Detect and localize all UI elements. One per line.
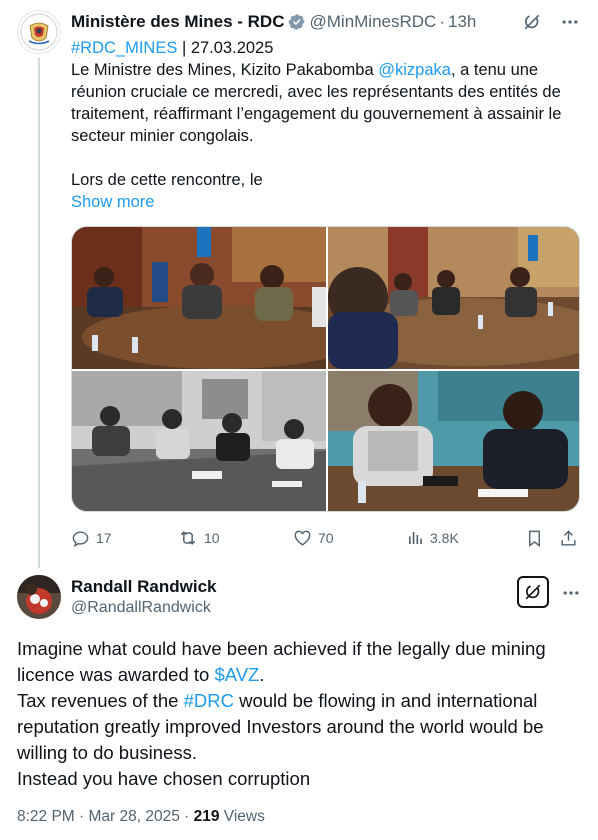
body-text: Imagine what could have been achieved if… [17,638,546,685]
tweet-paragraph-2: Lors de cette rencontre, le [71,171,263,189]
like-count: 70 [318,530,334,546]
body-text: Le Ministre des Mines, Kizito Pakabomba [71,61,379,79]
like-action[interactable]: 70 [293,529,406,548]
media-grid [71,226,580,512]
tweet-time[interactable]: 13h [448,12,476,32]
thread-connector-line [38,58,40,568]
bookmark-icon [529,530,540,547]
grok-icon [525,584,541,600]
reply-count: 17 [96,530,112,546]
tweet-header: Ministère des Mines - RDC @MinMinesRDC ·… [71,11,476,33]
repost-icon [180,531,196,545]
author-name[interactable]: Randall Randwick [71,577,216,597]
photo-1[interactable] [72,227,326,369]
share-action[interactable] [559,529,578,548]
author-avatar[interactable] [17,575,61,619]
grok-icon[interactable] [522,12,542,32]
tweet-timestamp[interactable]: 8:22 PM · Mar 28, 2025 · [17,808,194,825]
views-count: 219 [193,808,220,825]
tweet-paragraph-1: Le Ministre des Mines, Kizito Pakabomba … [71,59,571,147]
tweet-line-2: Tax revenues of the #DRC would be flowin… [17,688,587,766]
tweet-top-actions [522,12,580,32]
views-action[interactable]: 3.8K [406,529,525,547]
heart-icon [294,530,311,546]
verified-badge-icon [288,13,306,31]
hashtag-link[interactable]: #DRC [184,690,234,711]
tweet-actions: 17 10 70 3.8K [71,526,581,550]
tweet-line-3: Instead you have chosen corruption [17,768,311,789]
author-handle[interactable]: @RandallRandwick [71,599,211,617]
author-name[interactable]: Ministère des Mines - RDC [71,12,285,32]
mention-link[interactable]: @kizpaka [378,61,451,79]
separator-dot: · [439,12,445,31]
cashtag-link[interactable]: $AVZ [214,664,259,685]
coat-of-arms-icon [20,13,58,51]
share-icon [561,529,576,546]
view-count: 3.8K [430,530,459,546]
reply-icon [72,530,89,547]
body-text: . [259,664,265,685]
grok-button[interactable] [517,576,549,608]
repost-count: 10 [204,530,220,546]
hashtag-link[interactable]: #RDC_MINES [71,39,177,57]
author-avatar[interactable] [17,10,61,54]
repost-action[interactable]: 10 [178,528,293,548]
tweet-meta: 8:22 PM · Mar 28, 2025 · 219 Views [17,808,265,826]
show-more-link[interactable]: Show more [71,191,571,213]
views-label: Views [219,808,265,825]
tweet-header-line: #RDC_MINES | 27.03.2025 [71,37,571,59]
photo-3[interactable] [72,371,326,511]
more-options-icon[interactable] [561,583,581,603]
date-text: | 27.03.2025 [177,39,274,57]
tweet-line-1: Imagine what could have been achieved if… [17,636,587,688]
bookmark-action[interactable] [525,529,559,548]
views-icon [409,532,422,544]
author-handle[interactable]: @MinMinesRDC [310,12,437,32]
tweet-body: #RDC_MINES | 27.03.2025 Le Ministre des … [71,37,571,213]
original-tweet: Ministère des Mines - RDC @MinMinesRDC ·… [0,0,598,568]
more-options-icon[interactable] [560,12,580,32]
reply-tweet: Randall Randwick @RandallRandwick Imagin… [0,568,598,840]
reply-action[interactable]: 17 [71,529,178,548]
photo-4[interactable] [328,371,579,511]
tweet-body: Imagine what could have been achieved if… [17,636,587,792]
body-text: Tax revenues of the [17,690,184,711]
photo-2[interactable] [328,227,579,369]
